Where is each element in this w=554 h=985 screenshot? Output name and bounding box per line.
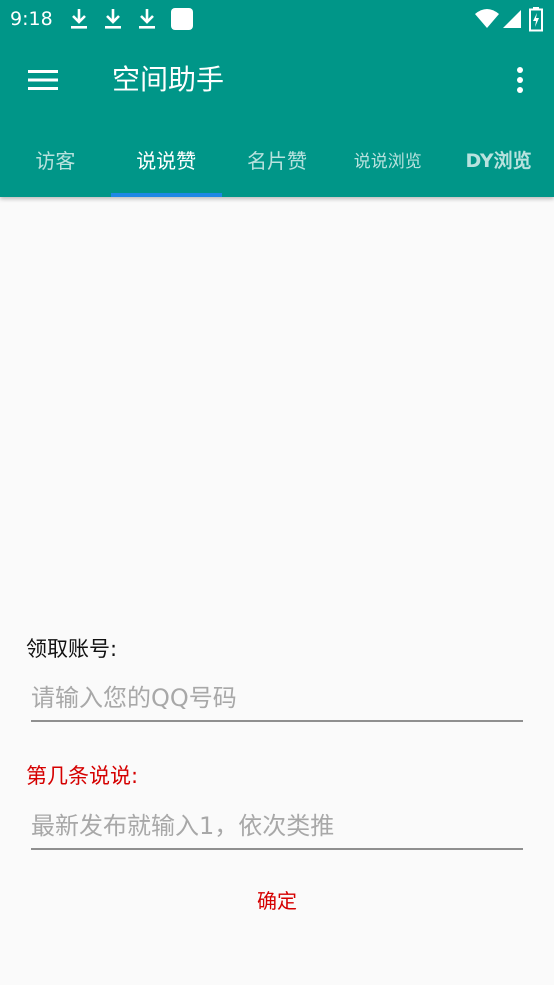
app-square-icon <box>170 6 194 32</box>
tab-label: 访客 <box>35 149 76 173</box>
confirm-button[interactable]: 确定 <box>227 879 327 919</box>
download-icon <box>102 6 124 32</box>
download-icon <box>68 6 90 32</box>
tab-card-likes[interactable]: 名片赞 <box>222 122 333 197</box>
download-icon <box>136 6 158 32</box>
post-index-label: 第几条说说: <box>26 764 139 788</box>
status-time: 9:18 <box>10 8 53 30</box>
status-bar: 9:18 <box>0 0 554 38</box>
tab-bar: 访客 说说赞 名片赞 说说浏览 DY浏览 <box>0 122 554 197</box>
app-bar: 9:18 空间助手 访客 说说赞 名片赞 说说浏览 DY浏览 <box>0 0 554 197</box>
tab-shuoshuo-views[interactable]: 说说浏览 <box>332 122 443 197</box>
qq-number-input[interactable] <box>31 676 523 720</box>
tab-indicator <box>110 193 222 197</box>
account-label: 领取账号: <box>26 637 118 661</box>
battery-charging-icon <box>528 6 544 32</box>
qq-number-field <box>31 676 523 722</box>
wifi-icon <box>474 6 500 32</box>
more-vertical-icon[interactable] <box>504 60 536 100</box>
post-index-field <box>31 804 523 850</box>
hamburger-menu-icon[interactable] <box>22 60 62 100</box>
tab-shuoshuo-likes[interactable]: 说说赞 <box>110 122 222 197</box>
tab-label: 名片赞 <box>246 149 307 173</box>
tab-visitors[interactable]: 访客 <box>0 122 111 197</box>
post-index-input[interactable] <box>31 804 523 848</box>
tab-label: 说说赞 <box>136 149 197 173</box>
app-title: 空间助手 <box>112 63 225 96</box>
toolbar: 空间助手 <box>0 38 554 122</box>
tab-label: 说说浏览 <box>353 152 422 172</box>
tab-label: DY浏览 <box>465 150 532 172</box>
cellular-signal-icon <box>500 6 524 32</box>
tab-dy-views[interactable]: DY浏览 <box>443 122 554 197</box>
